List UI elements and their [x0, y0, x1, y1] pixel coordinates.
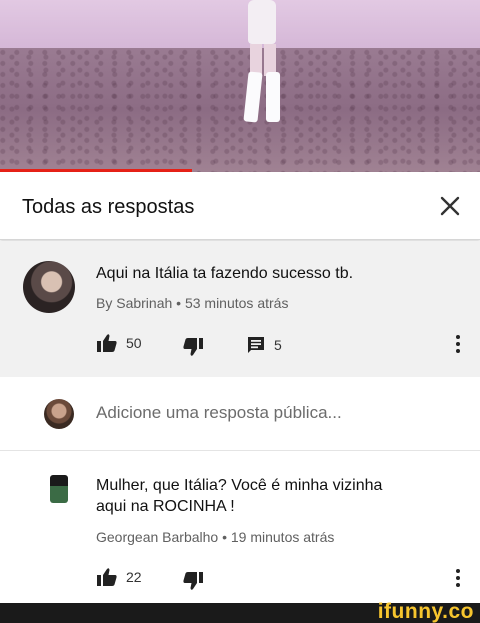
thumbs-down-icon [183, 572, 203, 590]
reply-comment: Mulher, que Itália? Você é minha vizinha… [0, 451, 480, 603]
like-button[interactable]: 22 [96, 567, 142, 587]
thumbs-up-icon [97, 568, 117, 586]
reply-input[interactable]: Adicione uma resposta pública... [96, 403, 342, 423]
dislike-button[interactable] [182, 337, 204, 357]
like-count: 22 [126, 569, 142, 585]
reply-text-line1: Mulher, que Itália? Você é minha vizinha [96, 477, 383, 494]
reply-button[interactable]: 5 [246, 335, 282, 355]
thumbs-up-icon [97, 334, 117, 352]
reply-input-row[interactable]: Adicione uma resposta pública... [0, 377, 480, 451]
like-count: 50 [126, 335, 142, 351]
avatar [44, 399, 74, 429]
thumbs-down-icon [183, 338, 203, 356]
ifunny-logo: ifunny.co [377, 600, 474, 623]
more-vert-icon[interactable] [455, 335, 461, 355]
video-figure [236, 0, 286, 128]
panel-title: Todas as respostas [22, 196, 195, 218]
reply-meta: Georgean Barbalho • 19 minutos atrás [96, 529, 335, 545]
like-button[interactable]: 50 [96, 333, 142, 353]
replies-header: Todas as respostas [0, 172, 480, 240]
avatar[interactable] [23, 261, 75, 313]
comment-text: Aqui na Itália ta fazendo sucesso tb. [96, 265, 354, 282]
avatar[interactable] [50, 475, 68, 503]
dislike-button[interactable] [182, 571, 204, 591]
reply-text-line2: aqui na ROCINHA ! [96, 498, 235, 515]
close-icon[interactable] [436, 192, 464, 220]
more-vert-icon[interactable] [455, 569, 461, 589]
reply-count: 5 [274, 337, 282, 353]
parent-comment: Aqui na Itália ta fazendo sucesso tb. By… [0, 241, 480, 377]
comment-meta: By Sabrinah • 53 minutos atrás [96, 295, 289, 311]
comment-icon [248, 337, 264, 353]
watermark-bar: ifunny.co [0, 600, 480, 623]
video-frame[interactable] [0, 0, 480, 172]
